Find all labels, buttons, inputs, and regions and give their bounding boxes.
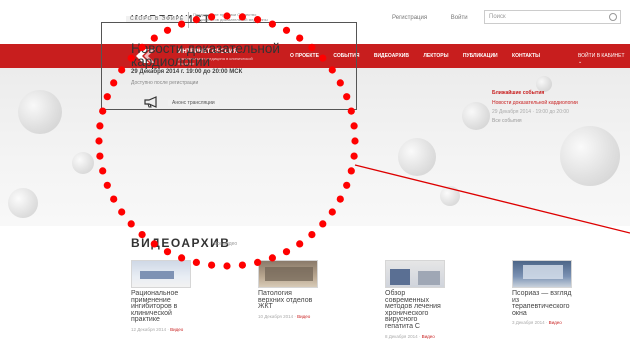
video-thumbnail[interactable] — [131, 260, 191, 288]
thumb-figure — [390, 269, 410, 285]
search-placeholder: Поиск — [489, 14, 506, 20]
login-link[interactable]: Войти — [451, 15, 468, 21]
background-bubble — [72, 152, 94, 174]
thumb-figure — [523, 265, 563, 279]
background-bubble — [440, 186, 460, 206]
annotation-dot — [282, 248, 291, 256]
logo-tagline: Продолжение практики Общество специалист… — [193, 12, 268, 22]
annotation-dot — [238, 261, 246, 269]
video-title[interactable]: Обзор современных методов лечения хронич… — [385, 290, 445, 331]
nav-item-publications[interactable]: ПУБЛИКАЦИИ — [463, 53, 498, 59]
all-videos-link[interactable]: все видео — [214, 241, 237, 247]
megaphone-icon — [144, 96, 157, 108]
event-tag: СКОРО В ЭФИРЕ — [126, 16, 189, 22]
video-card[interactable]: Рациональное применение ингибиторов в кл… — [131, 260, 191, 332]
background-bubble — [560, 126, 620, 186]
search-icon[interactable] — [609, 13, 617, 21]
background-bubble — [8, 188, 38, 218]
video-title[interactable]: Патология верхних отделов ЖКТ — [258, 290, 318, 311]
video-tag[interactable]: Видео — [422, 334, 435, 339]
annotation-dot — [223, 262, 231, 270]
nav-item-lecturers[interactable]: ЛЕКТОРЫ — [423, 53, 448, 59]
side-event-date: 29 Декабря 2014 · 19:00 до 20:00 — [492, 109, 569, 115]
video-card[interactable]: Псориаз — взгляд из терапевтического окн… — [512, 260, 572, 325]
background-bubble — [398, 138, 436, 176]
video-date: 3 Декабря 2014 — [512, 320, 545, 326]
all-events-link[interactable]: Все события — [492, 118, 612, 124]
video-meta: 10 Декабря 2014 · Видео — [258, 313, 311, 319]
video-date: 8 Декабря 2014 — [385, 333, 418, 339]
video-tag[interactable]: Видео — [170, 327, 183, 332]
background-bubble — [18, 90, 62, 134]
side-event-link[interactable]: Новости доказательной кардиологии — [492, 100, 582, 106]
thumb-figure — [418, 271, 440, 285]
video-meta: 8 Декабря 2014 · Видео — [385, 333, 435, 339]
nav-item-contacts[interactable]: КОНТАКТЫ — [512, 53, 540, 59]
video-card[interactable]: Патология верхних отделов ЖКТ 10 Декабря… — [258, 260, 318, 319]
video-thumbnail[interactable] — [258, 260, 318, 288]
annotation-dot — [192, 258, 200, 266]
nav-item-video-archive[interactable]: ВИДЕОАРХИВ — [374, 53, 409, 59]
annotation-dot — [308, 231, 316, 239]
video-title[interactable]: Псориаз — взгляд из терапевтического окн… — [512, 290, 572, 317]
video-meta: 3 Декабря 2014 · Видео — [512, 320, 562, 326]
event-date: 29 Декабря 2014 г. 19:00 до 20:00 МСК — [131, 69, 243, 75]
thumb-figure — [265, 267, 313, 281]
side-heading: Ближайшие события — [492, 90, 545, 96]
event-announcement-link[interactable]: Анонс трансляции — [168, 100, 219, 106]
annotation-dot — [208, 261, 216, 269]
annotation-dot — [296, 240, 304, 248]
search-input[interactable]: Поиск — [484, 10, 621, 24]
event-title[interactable]: Новости доказательной кардиологии — [131, 42, 351, 69]
account-links: Регистрация Войти — [392, 15, 490, 21]
video-thumbnail[interactable] — [512, 260, 572, 288]
upcoming-events-panel: Ближайшие события Новости доказательной … — [492, 90, 612, 124]
register-link[interactable]: Регистрация — [392, 15, 427, 21]
video-date: 10 Декабря 2014 — [258, 313, 294, 319]
video-thumbnail[interactable] — [385, 260, 445, 288]
video-tag[interactable]: Видео — [549, 320, 562, 325]
thumb-figure — [140, 271, 174, 279]
cabinet-link[interactable]: ВОЙТИ В КАБИНЕТ ⌄ — [578, 53, 630, 65]
video-tag[interactable]: Видео — [297, 314, 310, 319]
event-access-note[interactable]: Доступно после регистрации — [131, 80, 198, 86]
video-date: 12 Декабря 2014 — [131, 326, 167, 332]
background-bubble — [462, 102, 490, 130]
video-title[interactable]: Рациональное применение ингибиторов в кл… — [131, 290, 191, 324]
video-meta: 12 Декабря 2014 · Видео — [131, 326, 184, 332]
video-card[interactable]: Обзор современных методов лечения хронич… — [385, 260, 445, 339]
